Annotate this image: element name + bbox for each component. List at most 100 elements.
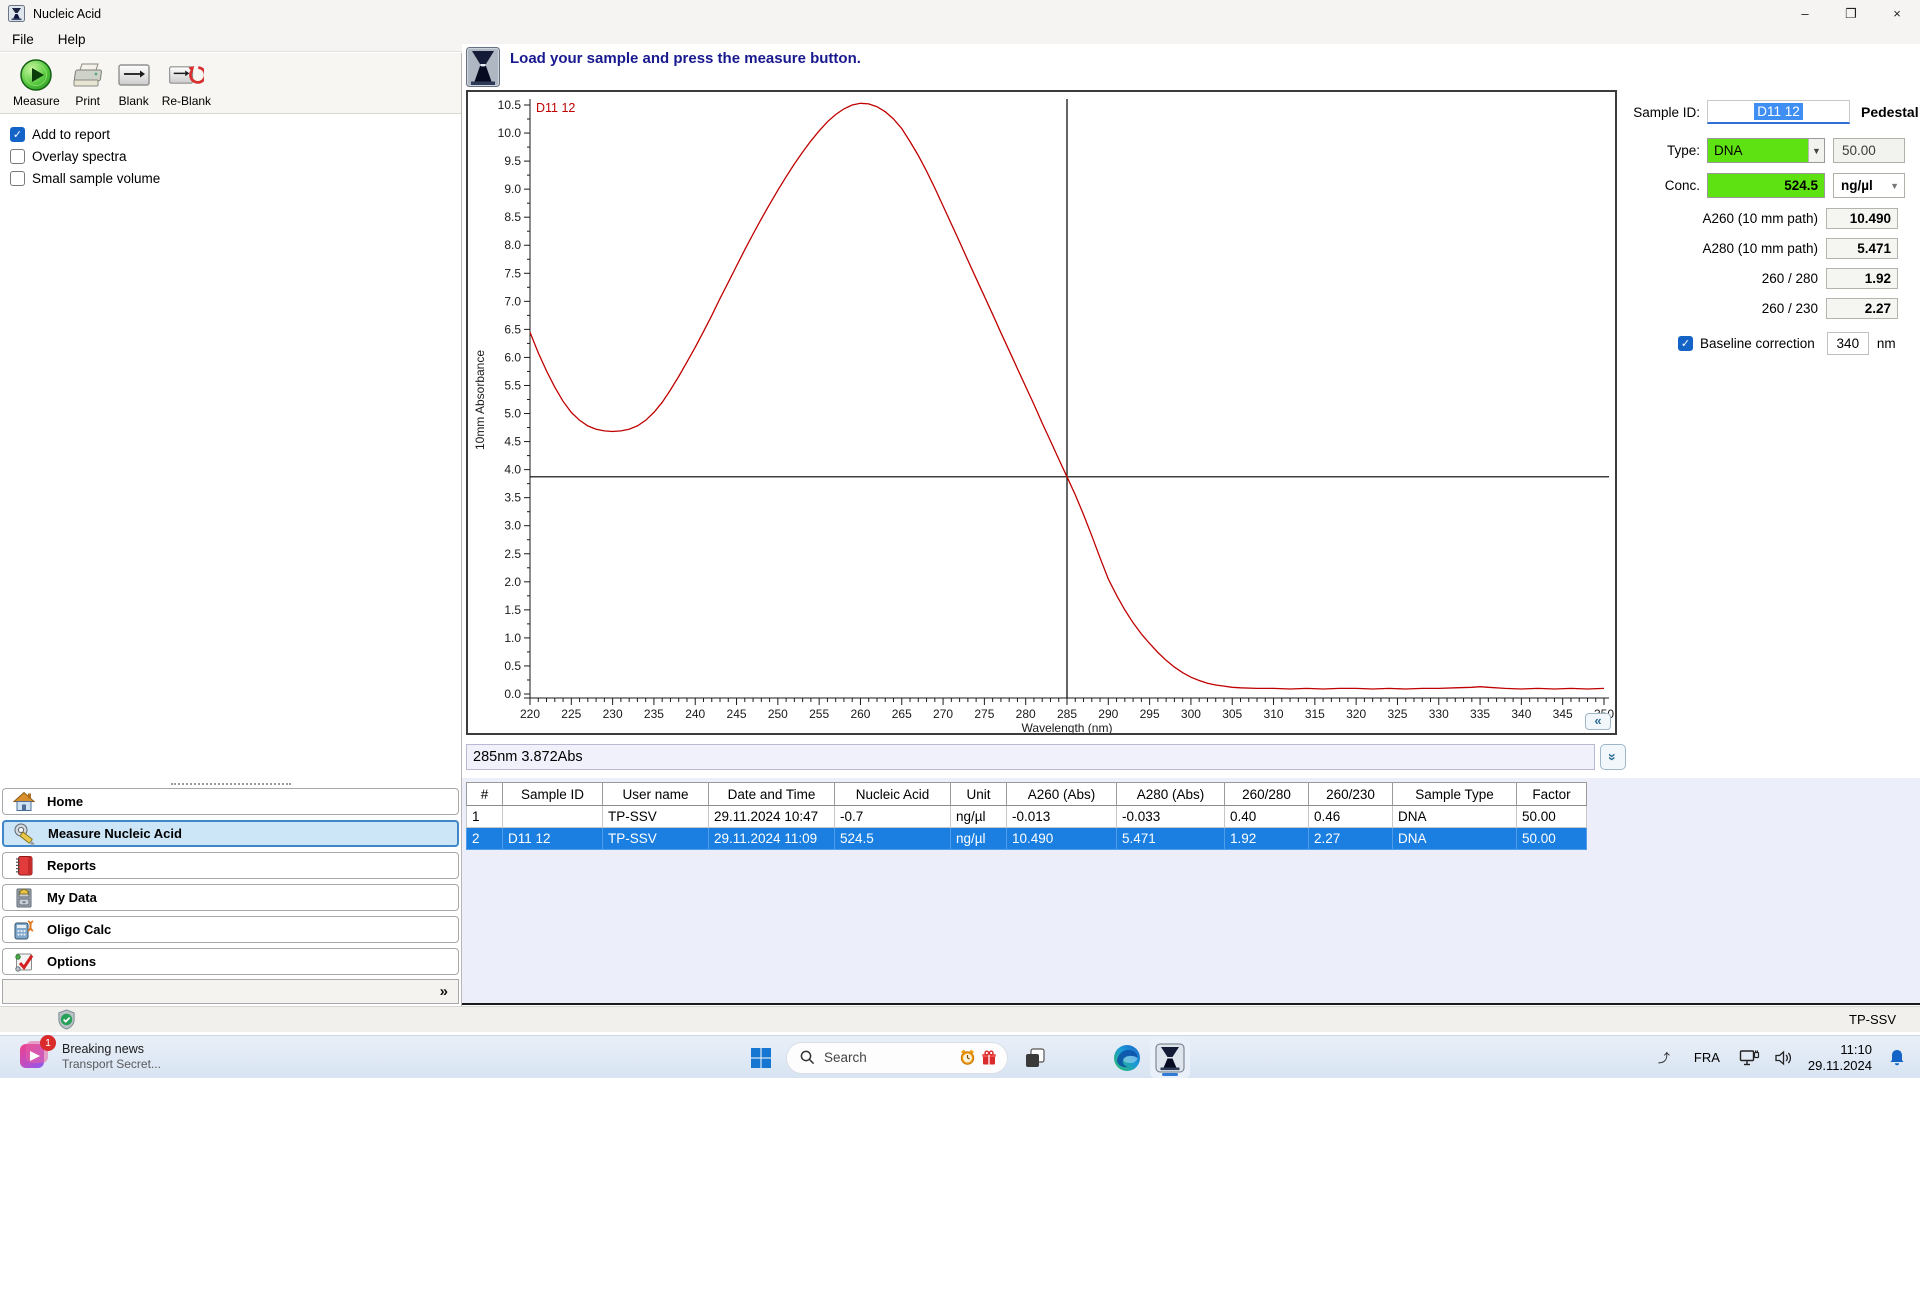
nav-expand-bar[interactable]: » — [2, 979, 459, 1004]
svg-text:260: 260 — [850, 707, 870, 721]
a280-label: A280 (10 mm path) — [1702, 241, 1818, 256]
security-shield-icon — [58, 1009, 75, 1030]
option-checkbox-list: ✓ Add to report Overlay spectra Small sa… — [10, 123, 160, 189]
concentration-field: 524.5 — [1707, 173, 1825, 198]
table-row[interactable]: 2 D11 12 TP-SSV 29.11.2024 11:09 524.5 ng/µl 1… — [466, 827, 1587, 850]
sidebar-item-label: Measure Nucleic Acid — [48, 826, 182, 841]
conc-label: Conc. — [1664, 178, 1700, 193]
network-icon[interactable] — [1732, 1048, 1767, 1068]
svg-text:7.0: 7.0 — [504, 294, 521, 308]
table-row[interactable]: 1 TP-SSV 29.11.2024 10:47 -0.7 ng/µl -0.013 -0… — [466, 805, 1587, 828]
unit-value: ng/µl — [1841, 178, 1873, 193]
column-header[interactable]: Factor — [1516, 782, 1587, 806]
sample-id-input[interactable]: D11 12 — [1707, 100, 1850, 124]
checkbox-row[interactable]: Small sample volume — [10, 167, 160, 189]
column-header[interactable]: Nucleic Acid — [834, 782, 951, 806]
measure-button[interactable]: Measure — [8, 56, 65, 109]
sidebar-item-my-data[interactable]: My Data — [2, 884, 459, 911]
edge-browser-button[interactable] — [1110, 1041, 1144, 1075]
table-cell — [502, 805, 603, 828]
svg-text:275: 275 — [974, 707, 994, 721]
volume-icon[interactable] — [1767, 1049, 1800, 1067]
table-cell: DNA — [1392, 805, 1517, 828]
svg-text:340: 340 — [1511, 707, 1531, 721]
checkbox-label: Small sample volume — [32, 170, 161, 186]
column-header[interactable]: User name — [602, 782, 709, 806]
notification-bell-icon[interactable] — [1880, 1048, 1910, 1067]
sample-id-label: Sample ID: — [1633, 104, 1700, 120]
svg-text:10.5: 10.5 — [498, 98, 522, 112]
column-header[interactable]: 260/230 — [1308, 782, 1393, 806]
restore-button[interactable]: ❐ — [1828, 0, 1874, 27]
start-button[interactable] — [744, 1041, 778, 1075]
column-header[interactable]: 260/280 — [1224, 782, 1309, 806]
svg-text:0.0: 0.0 — [504, 687, 521, 701]
menu-help[interactable]: Help — [46, 29, 98, 50]
reblank-button[interactable]: Re-Blank — [157, 56, 216, 109]
widgets-button[interactable]: 1 Breaking news Transport Secret... — [18, 1035, 161, 1072]
table-cell: 0.40 — [1224, 805, 1309, 828]
clock[interactable]: 11:10 29.11.2024 — [1800, 1042, 1880, 1074]
collapse-left-button[interactable]: « — [1585, 713, 1611, 730]
nucleic-acid-app-task-button[interactable] — [1150, 1037, 1190, 1078]
splitter-grip[interactable] — [171, 783, 291, 787]
cursor-readout-bar: 285nm 3.872Abs — [466, 744, 1595, 770]
checkbox-unchecked-icon[interactable] — [10, 148, 25, 164]
minimize-button[interactable]: – — [1782, 0, 1828, 27]
column-header[interactable]: # — [466, 782, 503, 806]
options-check-icon — [12, 950, 36, 974]
toolbar-button-label: Blank — [118, 94, 149, 108]
column-header[interactable]: Sample ID — [502, 782, 603, 806]
sidebar-item-reports[interactable]: Reports — [2, 852, 459, 879]
task-view-button[interactable] — [1018, 1041, 1052, 1075]
blank-button[interactable]: Blank — [111, 56, 157, 109]
sidebar-item-options[interactable]: Options — [2, 948, 459, 975]
baseline-wavelength-field[interactable]: 340 — [1826, 332, 1869, 355]
column-header[interactable]: Unit — [950, 782, 1007, 806]
tray-time: 11:10 — [1840, 1041, 1872, 1057]
column-header[interactable]: Sample Type — [1392, 782, 1517, 806]
baseline-correction-checkbox[interactable]: ✓ — [1678, 336, 1693, 351]
svg-text:265: 265 — [892, 707, 912, 721]
close-button[interactable]: × — [1874, 0, 1920, 27]
search-box[interactable]: Search — [786, 1041, 1008, 1074]
checkbox-unchecked-icon[interactable] — [10, 170, 25, 186]
unit-select[interactable]: ng/µl ▼ — [1833, 173, 1905, 198]
svg-text:3.5: 3.5 — [504, 491, 521, 505]
svg-text:0.5: 0.5 — [504, 659, 521, 673]
sample-type-select[interactable]: DNA ▼ — [1707, 138, 1825, 163]
sidebar-item-oligo-calc[interactable]: Oligo Calc — [2, 916, 459, 943]
factor-field[interactable]: 50.00 — [1833, 138, 1905, 163]
table-cell: D11 12 — [502, 827, 603, 850]
print-button[interactable]: Print — [65, 56, 111, 109]
checkbox-checked-icon[interactable]: ✓ — [10, 126, 25, 142]
column-header[interactable]: A280 (Abs) — [1116, 782, 1225, 806]
table-cell: 10.490 — [1006, 827, 1117, 850]
language-indicator[interactable]: FRA — [1682, 1050, 1732, 1065]
sidebar-item-measure-nucleic-acid[interactable]: Measure Nucleic Acid — [2, 820, 459, 847]
toolbar: Measure Print Blank Re-Blank — [0, 53, 461, 114]
svg-text:10.0: 10.0 — [498, 126, 522, 140]
sidebar-item-home[interactable]: Home — [2, 788, 459, 815]
svg-text:8.0: 8.0 — [504, 238, 521, 252]
spectrum-plot: 220 225 230 235 240 245 250 255 260 265 270 275 280 2… — [473, 98, 1614, 735]
menu-file[interactable]: File — [0, 29, 46, 50]
status-message: Load your sample and press the measure b… — [510, 50, 861, 67]
table-cell: 524.5 — [834, 827, 951, 850]
svg-text:335: 335 — [1470, 707, 1490, 721]
file-cabinet-icon — [12, 886, 36, 910]
report-book-icon — [12, 854, 36, 878]
collapse-down-button[interactable]: » — [1600, 744, 1626, 770]
checkbox-row[interactable]: Overlay spectra — [10, 145, 160, 167]
blank-cuvette-icon — [116, 57, 152, 93]
tray-expand-icon[interactable]: ⤴ — [1646, 1049, 1682, 1066]
news-subtitle: Transport Secret... — [62, 1056, 161, 1071]
checkbox-row[interactable]: ✓ Add to report — [10, 123, 160, 145]
results-table[interactable]: # Sample ID User name Date and Time Nucleic … — [466, 782, 1587, 850]
column-header[interactable]: Date and Time — [708, 782, 835, 806]
baseline-wavelength-value: 340 — [1836, 336, 1860, 351]
column-header[interactable]: A260 (Abs) — [1006, 782, 1117, 806]
table-cell: ng/µl — [950, 827, 1007, 850]
search-placeholder: Search — [824, 1050, 867, 1065]
svg-text:2.5: 2.5 — [504, 547, 521, 561]
